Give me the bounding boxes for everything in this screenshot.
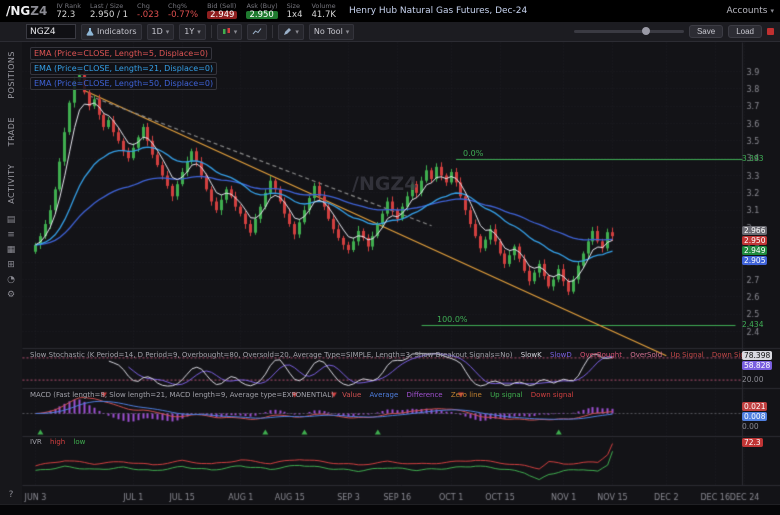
calculator-icon[interactable]: ⊞ [7, 260, 15, 270]
field-ask[interactable]: Ask (Buy) 2.950 [246, 3, 278, 19]
legend-ema21[interactable]: EMA (Price=CLOSE, Length=21, Displace=0) [30, 62, 218, 75]
stochastic-study-header[interactable]: Slow Stochastic (K Period=14, D Period=9… [30, 351, 755, 359]
field-last-size: Last / Size 2.950 / 1 [90, 2, 129, 20]
toolbar-divider [210, 25, 212, 38]
flask-icon [86, 28, 94, 36]
ivr-bubble: 72.3 [742, 438, 763, 447]
macd-zero-label: 0.00 [742, 422, 759, 431]
symbol-suffix: Z4 [30, 4, 48, 18]
active-tool-dropdown[interactable]: No Tool ▾ [308, 23, 355, 40]
chart-toolbar: Indicators 1D▾ 1Y▾ ▾ ▾ No Tool▾ Save Loa… [0, 22, 780, 42]
sidebar-tab-activity[interactable]: ACTIVITY [7, 164, 16, 204]
chart-type-dropdown[interactable]: ▾ [216, 23, 243, 40]
bid-price-bubble: 2.949 [742, 246, 768, 255]
left-sidebar: POSITIONS TRADE ACTIVITY ▤ ≡ ▦ ⊞ ◔ ⚙ ? [0, 42, 23, 504]
time-zoom-slider[interactable] [573, 27, 684, 35]
macd-value-bubble: 0.021 [742, 402, 768, 411]
symbol-watermark: /NGZ4 [352, 173, 418, 195]
slider-handle[interactable] [642, 27, 651, 35]
drawing-tools-dropdown[interactable]: ▾ [278, 23, 304, 40]
monitor-icon[interactable]: ▤ [7, 215, 16, 225]
field-size: Size 1x4 [286, 2, 303, 20]
aggregation-dropdown[interactable]: 1D ▾ [146, 23, 175, 40]
bottom-bar [0, 504, 780, 515]
contract-description: Henry Hub Natural Gas Futures, Dec-24 [348, 6, 528, 16]
slowd-bubble: 58.828 [742, 361, 773, 370]
field-chg: Chg -.023 [137, 2, 160, 20]
watchlist-icon[interactable]: ≡ [7, 230, 15, 240]
field-iv-rank: IV Rank 72.3 [56, 2, 82, 20]
chart-grid-icon[interactable]: ▦ [7, 245, 16, 255]
chevron-down-icon: ▾ [233, 27, 238, 36]
chevron-down-icon: ▾ [165, 27, 170, 36]
toolbar-divider [272, 25, 274, 38]
fib-0-price: 3.393 [742, 154, 764, 163]
alert-indicator [767, 28, 774, 35]
ema50-price-bubble: 2.905 [742, 256, 768, 265]
candlestick-icon [222, 28, 230, 34]
oversold-axis-label: 20.00 [742, 375, 764, 384]
macd-avg-bubble: 0.008 [742, 412, 768, 421]
field-chg-pct: Chg% -0.77% [168, 2, 199, 20]
help-icon[interactable]: ? [0, 490, 22, 500]
chevron-down-icon: ▾ [345, 27, 350, 36]
gear-icon[interactable]: ⚙ [7, 290, 15, 300]
bid-price[interactable]: 2.949 [207, 10, 238, 19]
pencil-icon [284, 28, 292, 35]
line-chart-button[interactable] [247, 23, 268, 40]
legend-ema50[interactable]: EMA (Price=CLOSE, Length=50, Displace=0) [30, 77, 218, 90]
study-legend: EMA (Price=CLOSE, Length=5, Displace=0) … [30, 47, 218, 92]
ivr-study-header[interactable]: IVR high low [30, 438, 85, 446]
symbol-root: /NG [6, 4, 31, 18]
ema21-price-bubble: 2.966 [742, 226, 768, 235]
load-button[interactable]: Load [728, 25, 762, 38]
clock-icon[interactable]: ◔ [7, 275, 15, 285]
sidebar-tab-positions[interactable]: POSITIONS [7, 51, 16, 99]
sidebar-tab-trade[interactable]: TRADE [7, 117, 16, 146]
field-bid[interactable]: Bid (Sell) 2.949 [207, 3, 238, 19]
legend-ema5[interactable]: EMA (Price=CLOSE, Length=5, Displace=0) [30, 47, 213, 60]
symbol-label: /NGZ4 [6, 4, 47, 18]
chevron-down-icon: ▾ [295, 27, 299, 36]
slowk-bubble: 78.398 [742, 351, 773, 360]
fib-0-label: 0.0% [463, 149, 484, 158]
line-chart-icon [252, 28, 262, 35]
indicators-button[interactable]: Indicators [81, 23, 142, 40]
ask-price[interactable]: 2.950 [246, 10, 278, 19]
fib-100-label: 100.0% [437, 315, 468, 324]
field-volume: Volume 41.7K [311, 2, 336, 20]
quote-bar: /NGZ4 IV Rank 72.3 Last / Size 2.950 / 1 C… [0, 0, 780, 22]
symbol-input[interactable] [26, 24, 76, 39]
chevron-down-icon: ▾ [770, 7, 774, 15]
fib-100-price: 2.434 [742, 320, 764, 329]
macd-study-header[interactable]: MACD (Fast length=8, Slow length=21, MAC… [30, 391, 574, 399]
chevron-down-icon: ▾ [197, 27, 201, 36]
thinkorswim-window: /NGZ4 IV Rank 72.3 Last / Size 2.950 / 1 C… [0, 0, 780, 515]
save-button[interactable]: Save [688, 25, 724, 38]
last-price-bubble: 2.950 [742, 236, 768, 245]
price-chart-canvas[interactable] [22, 42, 780, 504]
range-dropdown[interactable]: 1Y ▾ [179, 23, 206, 40]
accounts-menu[interactable]: Accounts ▾ [726, 6, 774, 16]
